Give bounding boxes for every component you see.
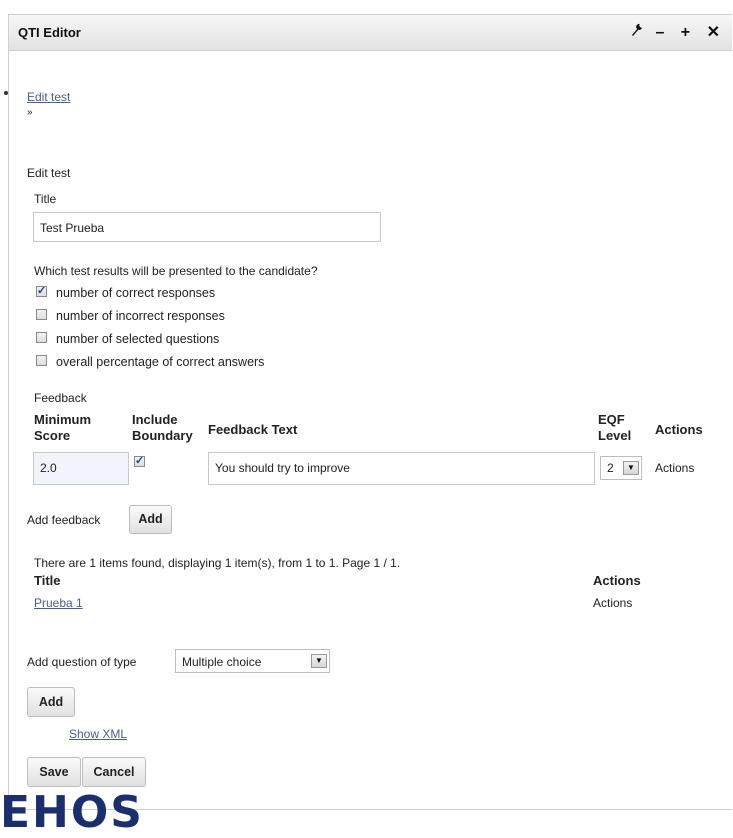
col-eqf-level-line2: Level xyxy=(598,428,632,443)
col-include-boundary-line1: Include xyxy=(132,412,178,427)
include-boundary-checkbox[interactable] xyxy=(134,454,145,467)
selected-questions-label: number of selected questions xyxy=(56,332,220,346)
col-minimum-score: Minimum Score xyxy=(34,412,91,444)
title-label: Title xyxy=(34,192,57,206)
title-input[interactable]: Test Prueba xyxy=(33,212,381,242)
question-type-value: Multiple choice xyxy=(182,655,262,669)
col-eqf-level-line1: EQF xyxy=(598,412,625,427)
portlet-window-controls: – + ✕ xyxy=(627,22,724,42)
breadcrumb-edit-test-link[interactable]: Edit test xyxy=(27,90,70,104)
item-title-link[interactable]: Prueba 1 xyxy=(34,596,83,610)
correct-responses-label: number of correct responses xyxy=(56,286,216,300)
minimum-score-input[interactable]: 2.0 xyxy=(33,452,129,485)
eqf-level-value: 2 xyxy=(607,461,614,475)
close-icon[interactable]: ✕ xyxy=(707,22,724,42)
question-type-select[interactable]: Multiple choice ▼ xyxy=(175,649,330,673)
col-include-boundary: Include Boundary xyxy=(132,412,193,444)
cancel-button[interactable]: Cancel xyxy=(82,757,146,787)
item-actions[interactable]: Actions xyxy=(593,596,632,610)
maximize-icon[interactable]: + xyxy=(681,24,694,42)
portlet-title: QTI Editor xyxy=(18,25,81,40)
items-col-actions: Actions xyxy=(593,573,641,588)
add-question-label: Add question of type xyxy=(27,655,137,669)
items-col-title: Title xyxy=(34,573,61,588)
wrench-icon[interactable] xyxy=(631,23,643,42)
overall-percentage-checkbox[interactable] xyxy=(36,355,47,366)
add-feedback-label: Add feedback xyxy=(27,513,101,527)
col-feedback-text: Feedback Text xyxy=(208,422,298,437)
overall-percentage-label: overall percentage of correct answers xyxy=(56,355,265,369)
form-heading: Edit test xyxy=(27,166,71,180)
items-summary: There are 1 items found, displaying 1 it… xyxy=(34,556,401,570)
show-xml-link[interactable]: Show XML xyxy=(69,727,127,741)
col-minimum-score-line2: Score xyxy=(34,428,71,443)
feedback-row-actions[interactable]: Actions xyxy=(655,461,694,475)
col-eqf-level: EQF Level xyxy=(598,412,631,444)
incorrect-responses-label: number of incorrect responses xyxy=(56,309,225,323)
col-actions: Actions xyxy=(655,422,703,437)
add-feedback-button[interactable]: Add xyxy=(129,505,172,534)
minimize-icon[interactable]: – xyxy=(655,24,668,42)
breadcrumb-bullet xyxy=(4,91,8,95)
eqf-level-select[interactable]: 2 ▼ xyxy=(600,456,642,480)
col-minimum-score-line1: Minimum xyxy=(34,412,92,427)
footer-logo: EHOS xyxy=(0,787,144,838)
chevron-down-icon: ▼ xyxy=(623,461,639,475)
breadcrumb-separator: » xyxy=(27,107,33,118)
portlet-titlebar: QTI Editor – + ✕ xyxy=(9,15,732,51)
chevron-down-icon: ▼ xyxy=(311,654,327,668)
feedback-label: Feedback xyxy=(34,391,87,405)
add-question-button[interactable]: Add xyxy=(27,687,75,717)
col-include-boundary-line2: Boundary xyxy=(132,428,193,443)
results-question: Which test results will be presented to … xyxy=(34,264,318,278)
save-button[interactable]: Save xyxy=(27,757,81,787)
selected-questions-checkbox[interactable] xyxy=(36,332,47,343)
incorrect-responses-checkbox[interactable] xyxy=(36,309,47,320)
feedback-text-input[interactable]: You should try to improve xyxy=(208,452,595,485)
correct-responses-checkbox[interactable] xyxy=(36,284,47,297)
